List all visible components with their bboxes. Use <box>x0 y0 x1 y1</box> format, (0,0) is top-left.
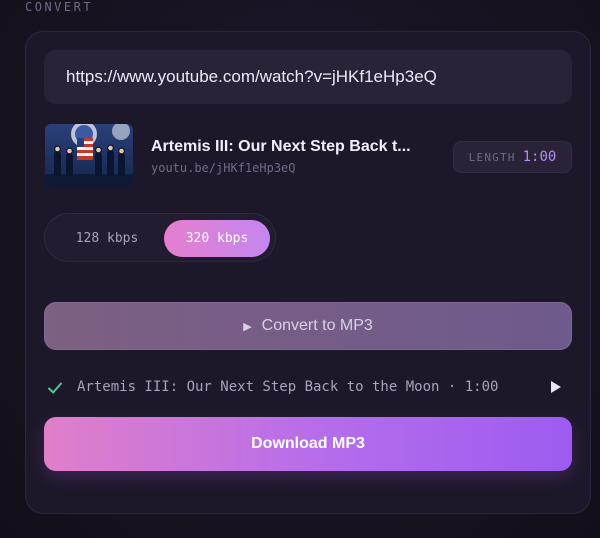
video-short-link: youtu.be/jHKf1eHp3eQ <box>151 161 296 175</box>
convert-button-label: Convert to MP3 <box>261 317 373 334</box>
bitrate-option-128[interactable]: 128 kbps <box>52 220 162 257</box>
length-value: 1:00 <box>522 149 557 165</box>
download-mp3-button[interactable]: Download MP3 <box>44 417 572 471</box>
section-label-convert: CONVERT <box>25 0 94 14</box>
length-label: LENGTH <box>468 150 516 164</box>
thumbnail-image <box>45 124 133 188</box>
conversion-result-row: Artemis III: Our Next Step Back to the M… <box>44 376 572 400</box>
download-button-label: Download MP3 <box>251 435 365 452</box>
play-icon: ▶ <box>243 320 252 333</box>
result-text: Artemis III: Our Next Step Back to the M… <box>77 379 499 395</box>
bitrate-selector: 128 kbps 320 kbps <box>44 213 276 262</box>
play-icon[interactable] <box>549 379 563 395</box>
convert-to-mp3-button[interactable]: ▶ Convert to MP3 <box>44 302 572 350</box>
video-thumbnail <box>45 124 133 188</box>
bitrate-option-320[interactable]: 320 kbps <box>164 220 270 257</box>
video-title: Artemis III: Our Next Step Back t... <box>151 138 411 155</box>
check-icon <box>48 382 62 394</box>
url-input[interactable] <box>44 50 572 104</box>
length-badge: LENGTH 1:00 <box>453 141 572 173</box>
